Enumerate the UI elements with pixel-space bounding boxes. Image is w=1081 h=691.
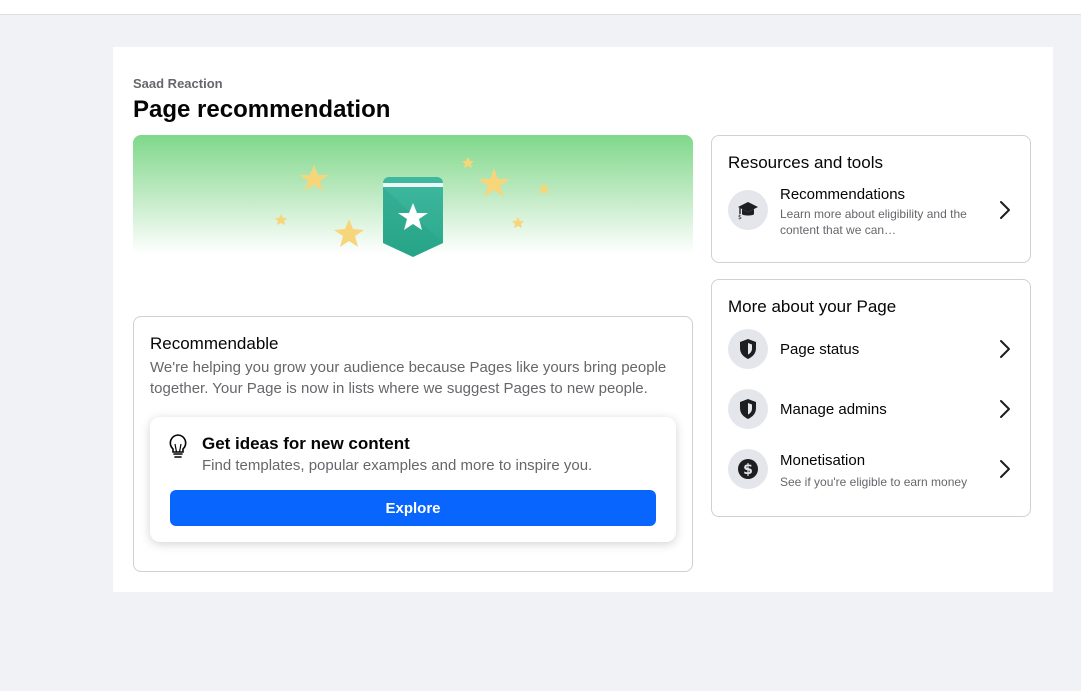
shield-icon (728, 389, 768, 429)
hero-banner (133, 135, 693, 305)
recommendable-card: Recommendable We're helping you grow you… (133, 316, 693, 572)
manage-admins-label: Manage admins (780, 401, 887, 418)
monetisation-label: Monetisation (780, 452, 866, 469)
page-name: Saad Reaction (133, 76, 223, 91)
resources-title: Resources and tools (728, 153, 883, 172)
recommendable-title: Recommendable (150, 334, 279, 353)
content-ideas-card: Get ideas for new content Find templates… (150, 417, 676, 542)
chevron-right-icon (998, 338, 1012, 360)
chevron-right-icon (998, 199, 1012, 221)
explore-button[interactable]: Explore (170, 490, 656, 526)
resources-item-label: Recommendations (780, 186, 906, 203)
shield-icon (728, 329, 768, 369)
chevron-right-icon (998, 458, 1012, 480)
resources-card: Resources and tools $ Recommendations Le… (711, 135, 1031, 263)
monetisation-description: See if you're eligible to earn money (780, 475, 968, 489)
page-title: Page recommendation (133, 96, 391, 123)
top-bar (0, 0, 1081, 15)
ideas-title: Get ideas for new content (202, 434, 410, 453)
lightbulb-icon (167, 433, 189, 459)
badge-icon (383, 177, 443, 257)
svg-text:$: $ (738, 214, 742, 220)
ideas-description: Find templates, popular examples and mor… (202, 457, 593, 474)
graduation-cap-icon: $ (728, 190, 768, 230)
recommendable-description: We're helping you grow your audience bec… (150, 359, 667, 397)
resources-item-recommendations[interactable]: $ Recommendations Learn more about eligi… (712, 182, 1030, 238)
page-status-item[interactable]: Page status (712, 321, 1030, 377)
page-status-label: Page status (780, 341, 860, 358)
more-about-card: More about your Page Page status Manage (711, 279, 1031, 517)
manage-admins-item[interactable]: Manage admins (712, 381, 1030, 437)
resources-item-description: Learn more about eligibility and the con… (780, 207, 967, 237)
svg-text:$: $ (743, 462, 753, 478)
monetisation-item[interactable]: $ Monetisation See if you're eligible to… (712, 441, 1030, 497)
dollar-icon: $ (728, 449, 768, 489)
more-about-title: More about your Page (728, 297, 897, 316)
chevron-right-icon (998, 398, 1012, 420)
main-panel: Saad Reaction Page recommendation Recomm… (113, 47, 1053, 592)
hero-illustration (133, 135, 693, 305)
